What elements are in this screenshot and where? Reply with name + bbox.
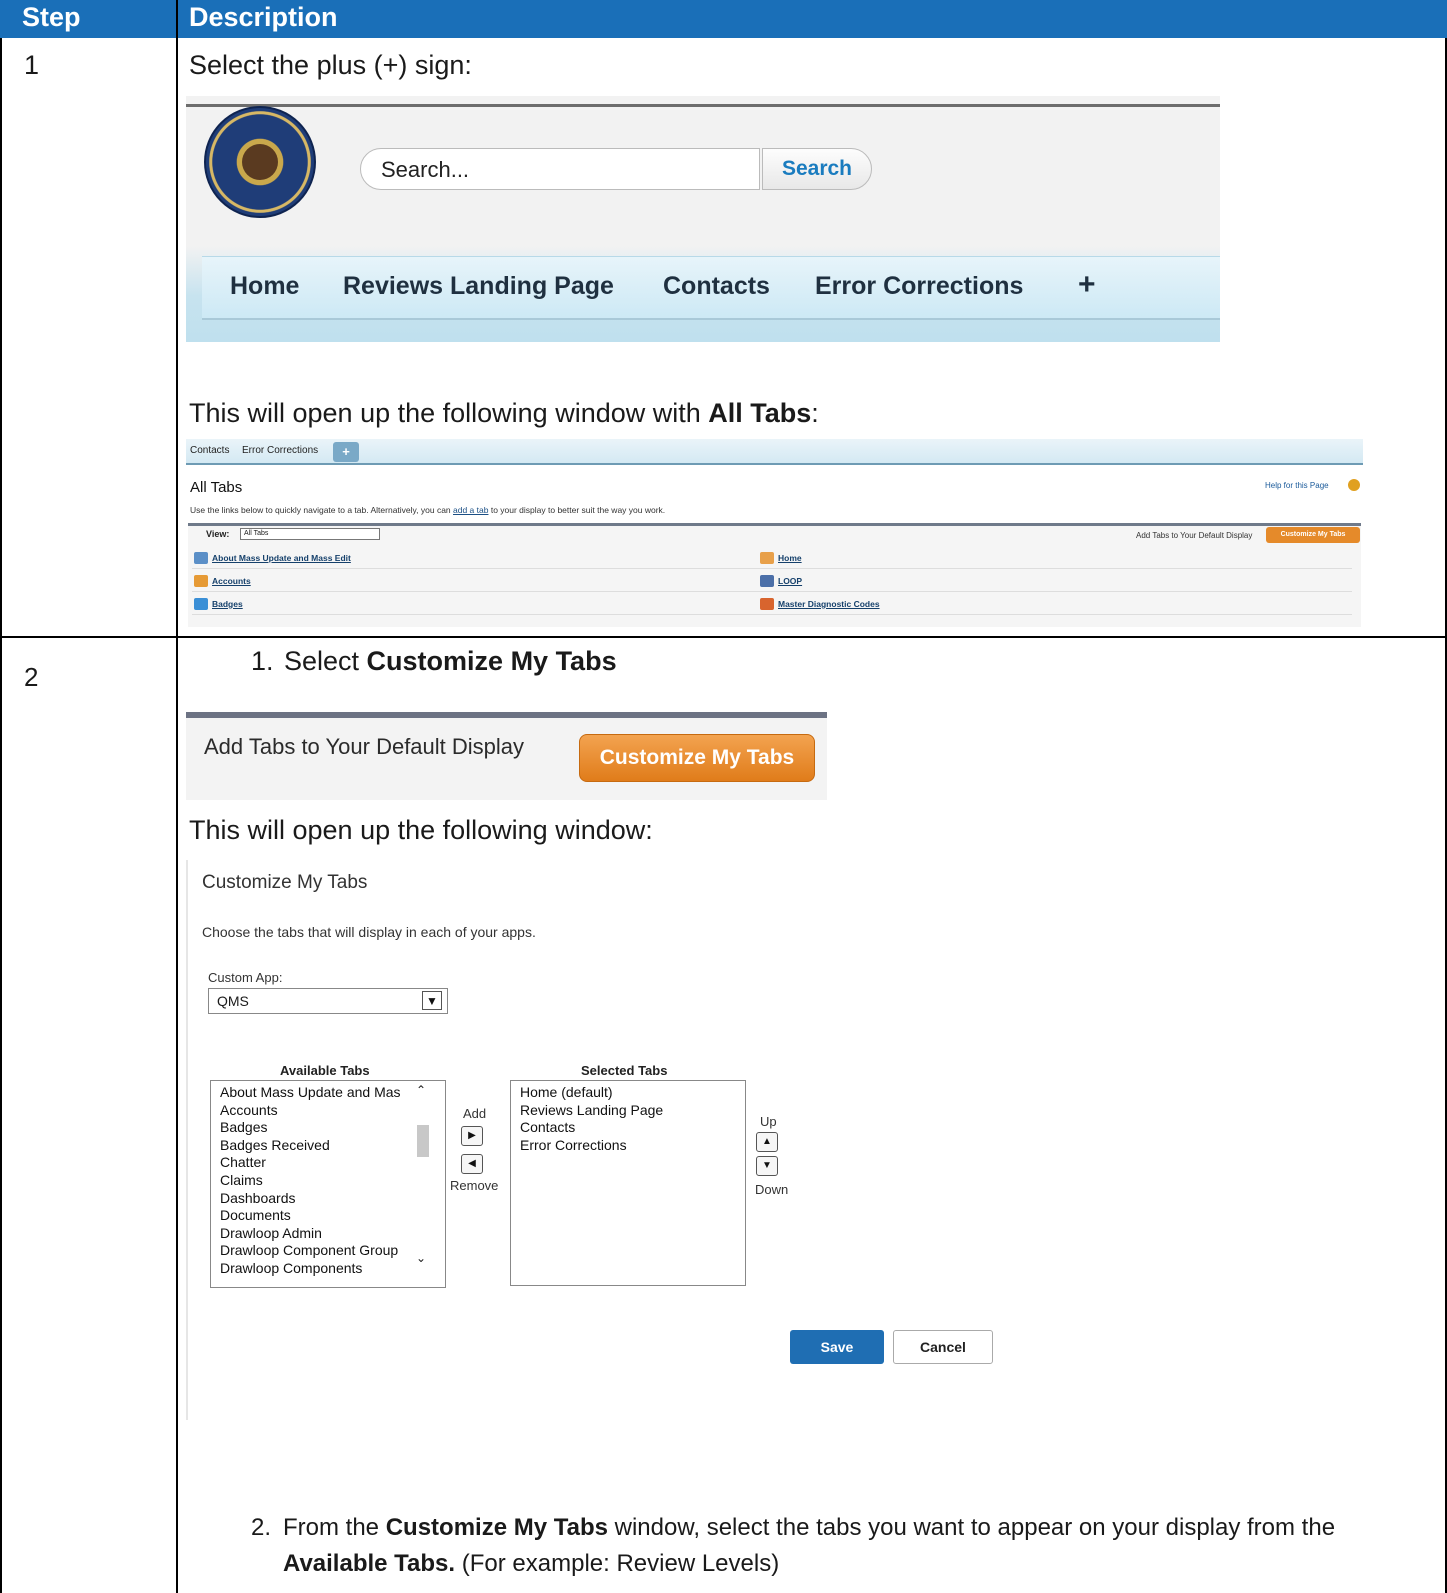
tab-error-corrections[interactable]: Error Corrections bbox=[242, 445, 318, 456]
list-item[interactable]: Error Corrections bbox=[520, 1137, 736, 1155]
tab-contacts[interactable]: Contacts bbox=[190, 445, 229, 456]
scrollbar[interactable]: ⌃ ⌄ bbox=[414, 1081, 432, 1287]
mass-update-icon bbox=[194, 552, 208, 564]
cancel-button[interactable]: Cancel bbox=[893, 1330, 993, 1364]
tab-bar bbox=[186, 439, 1363, 465]
screenshot-customize-window: Customize My Tabs Choose the tabs that w… bbox=[186, 860, 1220, 1420]
diagnostic-codes-icon bbox=[760, 598, 774, 610]
list-item[interactable]: Accounts bbox=[220, 1102, 436, 1120]
screenshot-all-tabs: Contacts Error Corrections + All Tabs He… bbox=[186, 439, 1363, 627]
screenshot-search-nav: Search... Search Home Reviews Landing Pa… bbox=[186, 96, 1220, 342]
search-input[interactable]: Search... bbox=[360, 148, 760, 190]
list-item[interactable]: Reviews Landing Page bbox=[520, 1102, 736, 1120]
page-description: Use the links below to quickly navigate … bbox=[190, 505, 666, 515]
selected-tabs-label: Selected Tabs bbox=[581, 1063, 668, 1078]
list-item[interactable]: Drawloop Component Group bbox=[220, 1242, 436, 1260]
step2-item1: Select Customize My Tabs bbox=[284, 646, 617, 676]
step-number: 1 bbox=[24, 50, 40, 80]
list-item[interactable]: Drawloop Components bbox=[220, 1260, 436, 1278]
loop-icon bbox=[760, 575, 774, 587]
remove-label: Remove bbox=[450, 1178, 499, 1193]
list-item[interactable]: Contacts bbox=[520, 1119, 736, 1137]
list-item[interactable]: Claims bbox=[220, 1172, 436, 1190]
step2-open-text: This will open up the following window: bbox=[189, 815, 653, 845]
chevron-down-icon[interactable]: ▼ bbox=[422, 991, 442, 1010]
step1-open-text: This will open up the following window w… bbox=[189, 398, 819, 428]
page-title: All Tabs bbox=[190, 479, 243, 496]
step2-item2-number: 2. bbox=[251, 1514, 272, 1541]
move-down-button[interactable]: ▼ bbox=[756, 1156, 778, 1176]
header-description: Description bbox=[189, 2, 338, 32]
divider bbox=[186, 712, 827, 718]
search-button[interactable]: Search bbox=[762, 148, 872, 190]
list-item[interactable]: Dashboards bbox=[220, 1190, 436, 1208]
header-step: Step bbox=[22, 2, 81, 32]
view-label: View: bbox=[206, 529, 230, 539]
add-a-tab-link[interactable]: add a tab bbox=[453, 505, 488, 515]
list-item[interactable]: Badges Received bbox=[220, 1137, 436, 1155]
chevron-down-icon[interactable]: ⌄ bbox=[416, 1251, 426, 1265]
divider bbox=[192, 591, 1352, 592]
step2-item2-text: From the Customize My Tabs window, selec… bbox=[283, 1514, 1336, 1577]
available-tabs-list[interactable]: About Mass Update and Mas Accounts Badge… bbox=[210, 1080, 446, 1288]
list-item[interactable]: LOOP bbox=[778, 576, 802, 586]
scrollbar-thumb[interactable] bbox=[417, 1125, 429, 1157]
list-item[interactable]: Accounts bbox=[212, 576, 251, 586]
add-tabs-label: Add Tabs to Your Default Display bbox=[1136, 531, 1253, 540]
plus-icon[interactable]: + bbox=[1078, 268, 1096, 302]
add-arrow-button[interactable]: ▶ bbox=[461, 1126, 483, 1146]
customize-my-tabs-button[interactable]: Customize My Tabs bbox=[1266, 527, 1360, 543]
list-item[interactable]: Badges bbox=[220, 1119, 436, 1137]
move-up-button[interactable]: ▲ bbox=[756, 1132, 778, 1152]
screenshot-customize-button: Add Tabs to Your Default Display Customi… bbox=[186, 712, 827, 800]
accounts-icon bbox=[194, 575, 208, 587]
list-item[interactable]: Badges bbox=[212, 599, 243, 609]
step1-intro: Select the plus (+) sign: bbox=[189, 50, 472, 80]
customize-my-tabs-button[interactable]: Customize My Tabs bbox=[579, 734, 815, 782]
add-tabs-label: Add Tabs to Your Default Display bbox=[204, 734, 525, 759]
help-link[interactable]: Help for this Page bbox=[1265, 481, 1329, 490]
list-item[interactable]: About Mass Update and Mas bbox=[220, 1084, 436, 1102]
step-number: 2 bbox=[24, 662, 39, 692]
step2-item1-number: 1. bbox=[251, 646, 274, 676]
tab-error-corrections[interactable]: Error Corrections bbox=[815, 272, 1023, 301]
badges-icon bbox=[194, 598, 208, 610]
table-border-left bbox=[0, 38, 2, 1593]
down-label: Down bbox=[755, 1182, 789, 1197]
dialog-description: Choose the tabs that will display in eac… bbox=[202, 924, 536, 940]
up-label: Up bbox=[760, 1114, 777, 1129]
list-item[interactable]: About Mass Update and Mass Edit bbox=[212, 553, 351, 563]
dialog-title: Customize My Tabs bbox=[202, 872, 368, 893]
view-select[interactable]: All Tabs bbox=[240, 528, 380, 540]
table-column-divider bbox=[176, 0, 178, 1593]
row-divider bbox=[0, 636, 1447, 638]
available-tabs-label: Available Tabs bbox=[280, 1063, 370, 1078]
save-button[interactable]: Save bbox=[790, 1330, 884, 1364]
plus-icon[interactable]: + bbox=[333, 442, 359, 462]
list-item[interactable]: Home (default) bbox=[520, 1084, 736, 1102]
list-item[interactable]: Documents bbox=[220, 1207, 436, 1225]
home-icon bbox=[760, 552, 774, 564]
divider bbox=[192, 614, 1352, 615]
list-item[interactable]: Drawloop Admin bbox=[220, 1225, 436, 1243]
list-item[interactable]: Master Diagnostic Codes bbox=[778, 599, 880, 609]
chevron-up-icon[interactable]: ⌃ bbox=[416, 1083, 426, 1097]
tab-contacts[interactable]: Contacts bbox=[663, 272, 770, 301]
add-label: Add bbox=[463, 1106, 487, 1121]
eagle-icon bbox=[242, 144, 278, 180]
tab-reviews-landing-page[interactable]: Reviews Landing Page bbox=[343, 272, 614, 301]
tab-home[interactable]: Home bbox=[230, 272, 299, 301]
divider bbox=[192, 568, 1352, 569]
custom-app-label: Custom App: bbox=[208, 970, 283, 985]
help-icon[interactable] bbox=[1348, 479, 1360, 491]
list-item[interactable]: Chatter bbox=[220, 1154, 436, 1172]
list-item[interactable]: Home bbox=[778, 553, 802, 563]
remove-arrow-button[interactable]: ◀ bbox=[461, 1154, 483, 1174]
custom-app-select[interactable]: QMS bbox=[208, 988, 448, 1014]
divider bbox=[186, 104, 1220, 107]
selected-tabs-list[interactable]: Home (default) Reviews Landing Page Cont… bbox=[510, 1080, 746, 1286]
